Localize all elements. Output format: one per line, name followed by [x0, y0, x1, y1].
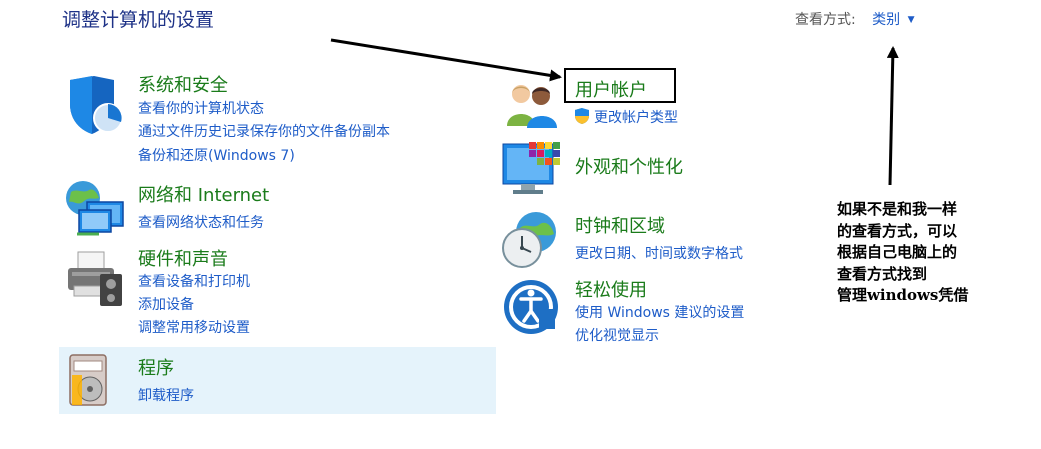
note-line: 查看方式找到	[837, 264, 928, 283]
note-line: 如果不是和我一样	[837, 200, 958, 218]
arrow-to-view-by	[886, 46, 899, 186]
arrow-to-user-accounts	[330, 38, 562, 82]
annotation-note: 如果不是和我一样 的查看方式，可以 根据自己电脑上的 查看方式找到 管理wind…	[837, 199, 1017, 307]
note-line: 管理windows凭借	[837, 286, 969, 304]
control-panel-page: 调整计算机的设置 查看方式: 类别 ▼ 系统和安全 查看你的计算机状态 通过文件…	[0, 0, 1041, 449]
note-line: 根据自己电脑上的	[837, 243, 958, 261]
note-line: 的查看方式，可以	[837, 221, 958, 240]
